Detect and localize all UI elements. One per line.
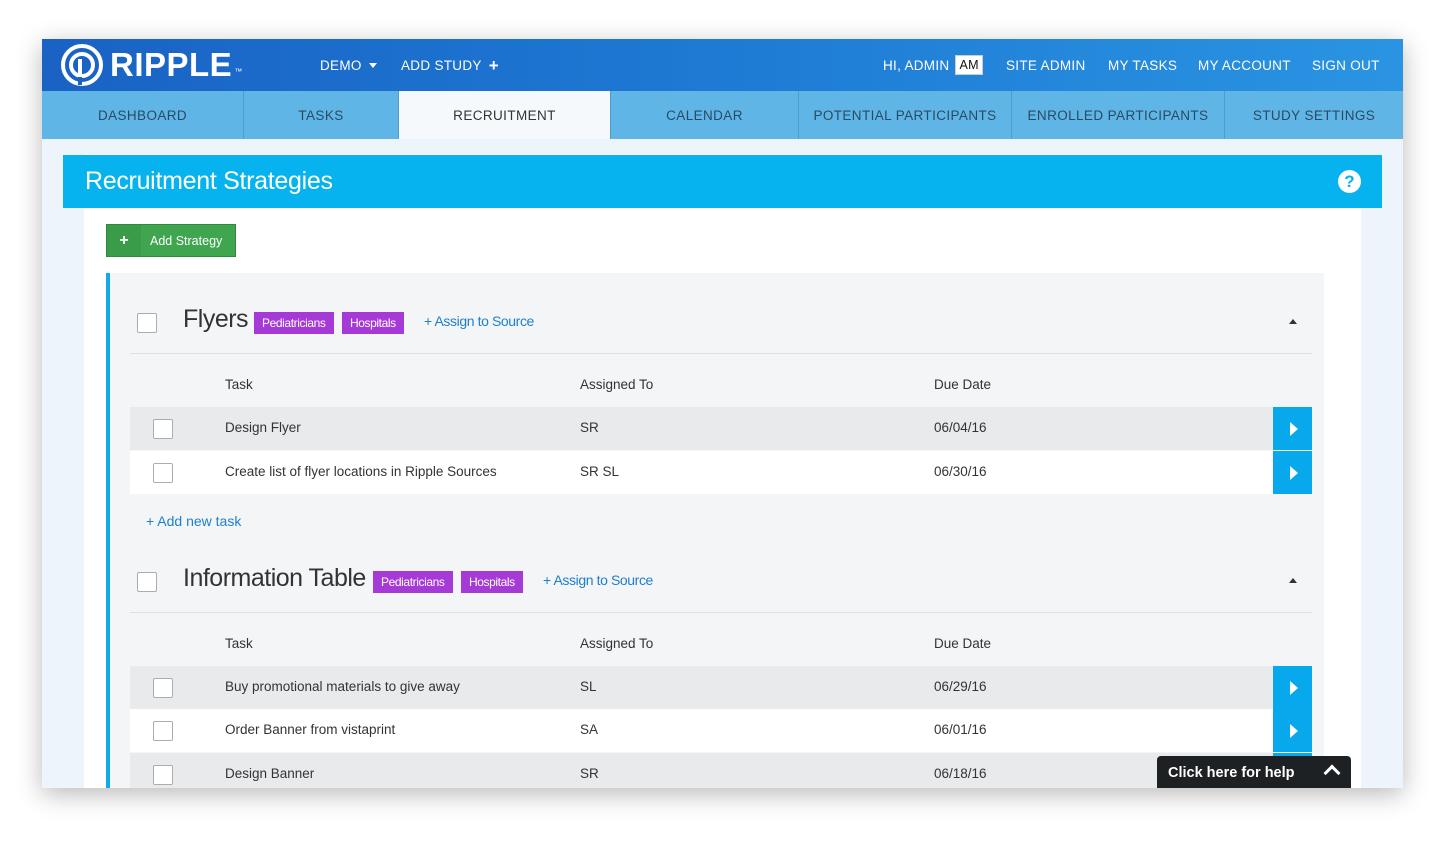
tab-recruitment[interactable]: RECRUITMENT	[399, 91, 611, 139]
demo-dropdown[interactable]: DEMO	[320, 39, 377, 91]
table-row[interactable]: Create list of flyer locations in Ripple…	[130, 451, 1312, 494]
add-study-button[interactable]: ADD STUDY +	[401, 39, 499, 91]
table-row[interactable]: Buy promotional materials to give away S…	[130, 666, 1312, 709]
strategy-checkbox[interactable]	[137, 313, 157, 333]
tab-dashboard[interactable]: DASHBOARD	[42, 91, 244, 139]
task-assignee: SL	[580, 679, 597, 694]
task-due-date: 06/01/16	[934, 722, 987, 737]
my-tasks-link[interactable]: MY TASKS	[1108, 39, 1177, 91]
table-row[interactable]: Design Banner SR 06/18/16	[130, 753, 1312, 788]
column-header-task: Task	[225, 377, 253, 392]
strategy-name: Information Table	[183, 564, 366, 592]
task-name: Create list of flyer locations in Ripple…	[225, 464, 497, 479]
play-icon	[1289, 680, 1298, 695]
add-strategy-button[interactable]: + Add Strategy	[106, 224, 236, 257]
help-bar-button[interactable]: Click here for help	[1157, 756, 1351, 788]
strategy-list: Flyers Pediatricians Hospitals + Assign …	[106, 273, 1324, 788]
play-icon	[1289, 421, 1298, 436]
tag-pediatricians[interactable]: Pediatricians	[254, 312, 334, 334]
collapse-caret-icon[interactable]	[1289, 319, 1297, 324]
site-admin-label: SITE ADMIN	[1006, 57, 1086, 73]
column-header-assigned-to: Assigned To	[580, 377, 654, 392]
task-checkbox[interactable]	[153, 419, 173, 439]
column-header-due-date: Due Date	[934, 636, 992, 651]
collapse-caret-icon[interactable]	[1289, 578, 1297, 583]
task-due-date: 06/30/16	[934, 464, 987, 479]
ripple-logo-icon	[61, 44, 103, 86]
open-task-button[interactable]	[1273, 407, 1312, 450]
open-task-button[interactable]	[1273, 666, 1312, 709]
site-admin-link[interactable]: SITE ADMIN	[1006, 39, 1086, 91]
chevron-up-icon	[1323, 764, 1341, 782]
help-icon[interactable]: ?	[1338, 170, 1361, 193]
task-checkbox[interactable]	[153, 463, 173, 483]
play-icon	[1289, 723, 1298, 738]
tab-calendar[interactable]: CALENDAR	[611, 91, 799, 139]
strategy-checkbox[interactable]	[137, 572, 157, 592]
task-assignee: SR	[580, 766, 599, 781]
tab-tasks[interactable]: TASKS	[244, 91, 399, 139]
task-due-date: 06/29/16	[934, 679, 987, 694]
study-tabs: DASHBOARD TASKS RECRUITMENT CALENDAR POT…	[42, 91, 1403, 139]
add-new-task-link[interactable]: + Add new task	[146, 513, 241, 529]
tab-enrolled-participants[interactable]: ENROLLED PARTICIPANTS	[1012, 91, 1225, 139]
my-account-link[interactable]: MY ACCOUNT	[1198, 39, 1291, 91]
my-tasks-label: MY TASKS	[1108, 57, 1178, 73]
assign-to-source-link[interactable]: + Assign to Source	[543, 572, 653, 588]
task-assignee: SA	[580, 722, 599, 737]
task-checkbox[interactable]	[153, 765, 173, 785]
add-strategy-label: Add Strategy	[150, 233, 223, 248]
caret-down-icon	[368, 62, 377, 68]
greeting-text: HI, ADMIN	[883, 57, 950, 73]
assign-to-source-link[interactable]: + Assign to Source	[424, 313, 534, 329]
tab-potential-participants[interactable]: POTENTIAL PARTICIPANTS	[799, 91, 1012, 139]
top-bar: RIPPLE ™ DEMO ADD STUDY + HI, ADMIN AM S…	[42, 39, 1403, 91]
task-due-date: 06/04/16	[934, 420, 987, 435]
tab-study-settings[interactable]: STUDY SETTINGS	[1225, 91, 1403, 139]
my-account-label: MY ACCOUNT	[1198, 57, 1291, 73]
task-checkbox[interactable]	[153, 721, 173, 741]
user-greeting: HI, ADMIN AM	[883, 39, 983, 91]
column-header-due-date: Due Date	[934, 377, 992, 392]
strategy-header: Information Table Pediatricians Hospital…	[130, 532, 1312, 613]
column-header-assigned-to: Assigned To	[580, 636, 654, 651]
tag-hospitals[interactable]: Hospitals	[342, 312, 404, 334]
task-name: Buy promotional materials to give away	[225, 679, 460, 694]
play-icon	[1289, 465, 1298, 480]
add-study-label: ADD STUDY	[401, 57, 482, 73]
section-header: Recruitment Strategies ?	[63, 155, 1382, 208]
page-title: Recruitment Strategies	[85, 167, 333, 195]
logo-trademark: ™	[234, 66, 243, 76]
ripple-logo[interactable]: RIPPLE ™	[60, 43, 242, 87]
open-task-button[interactable]	[1273, 709, 1312, 752]
task-name: Design Flyer	[225, 420, 301, 435]
column-header-task: Task	[225, 636, 253, 651]
strategy-header: Flyers Pediatricians Hospitals + Assign …	[130, 273, 1312, 354]
sign-out-link[interactable]: SIGN OUT	[1312, 39, 1380, 91]
user-avatar[interactable]: AM	[955, 55, 983, 75]
task-assignee: SR	[580, 420, 599, 435]
task-checkbox[interactable]	[153, 678, 173, 698]
strategy-name: Flyers	[183, 305, 249, 333]
tag-pediatricians[interactable]: Pediatricians	[373, 571, 453, 593]
task-assignee: SR SL	[580, 464, 620, 479]
task-name: Order Banner from vistaprint	[225, 722, 396, 737]
app-window: RIPPLE ™ DEMO ADD STUDY + HI, ADMIN AM S…	[42, 39, 1403, 788]
task-name: Design Banner	[225, 766, 315, 781]
task-due-date: 06/18/16	[934, 766, 987, 781]
sign-out-label: SIGN OUT	[1312, 57, 1380, 73]
help-bar-label: Click here for help	[1168, 765, 1295, 781]
tag-hospitals[interactable]: Hospitals	[461, 571, 523, 593]
plus-icon: +	[107, 225, 141, 256]
logo-text: RIPPLE	[110, 46, 233, 83]
plus-icon: +	[488, 55, 499, 75]
table-row[interactable]: Design Flyer SR 06/04/16	[130, 407, 1312, 450]
table-row[interactable]: Order Banner from vistaprint SA 06/01/16	[130, 709, 1312, 752]
demo-label: DEMO	[320, 57, 362, 73]
open-task-button[interactable]	[1273, 451, 1312, 494]
